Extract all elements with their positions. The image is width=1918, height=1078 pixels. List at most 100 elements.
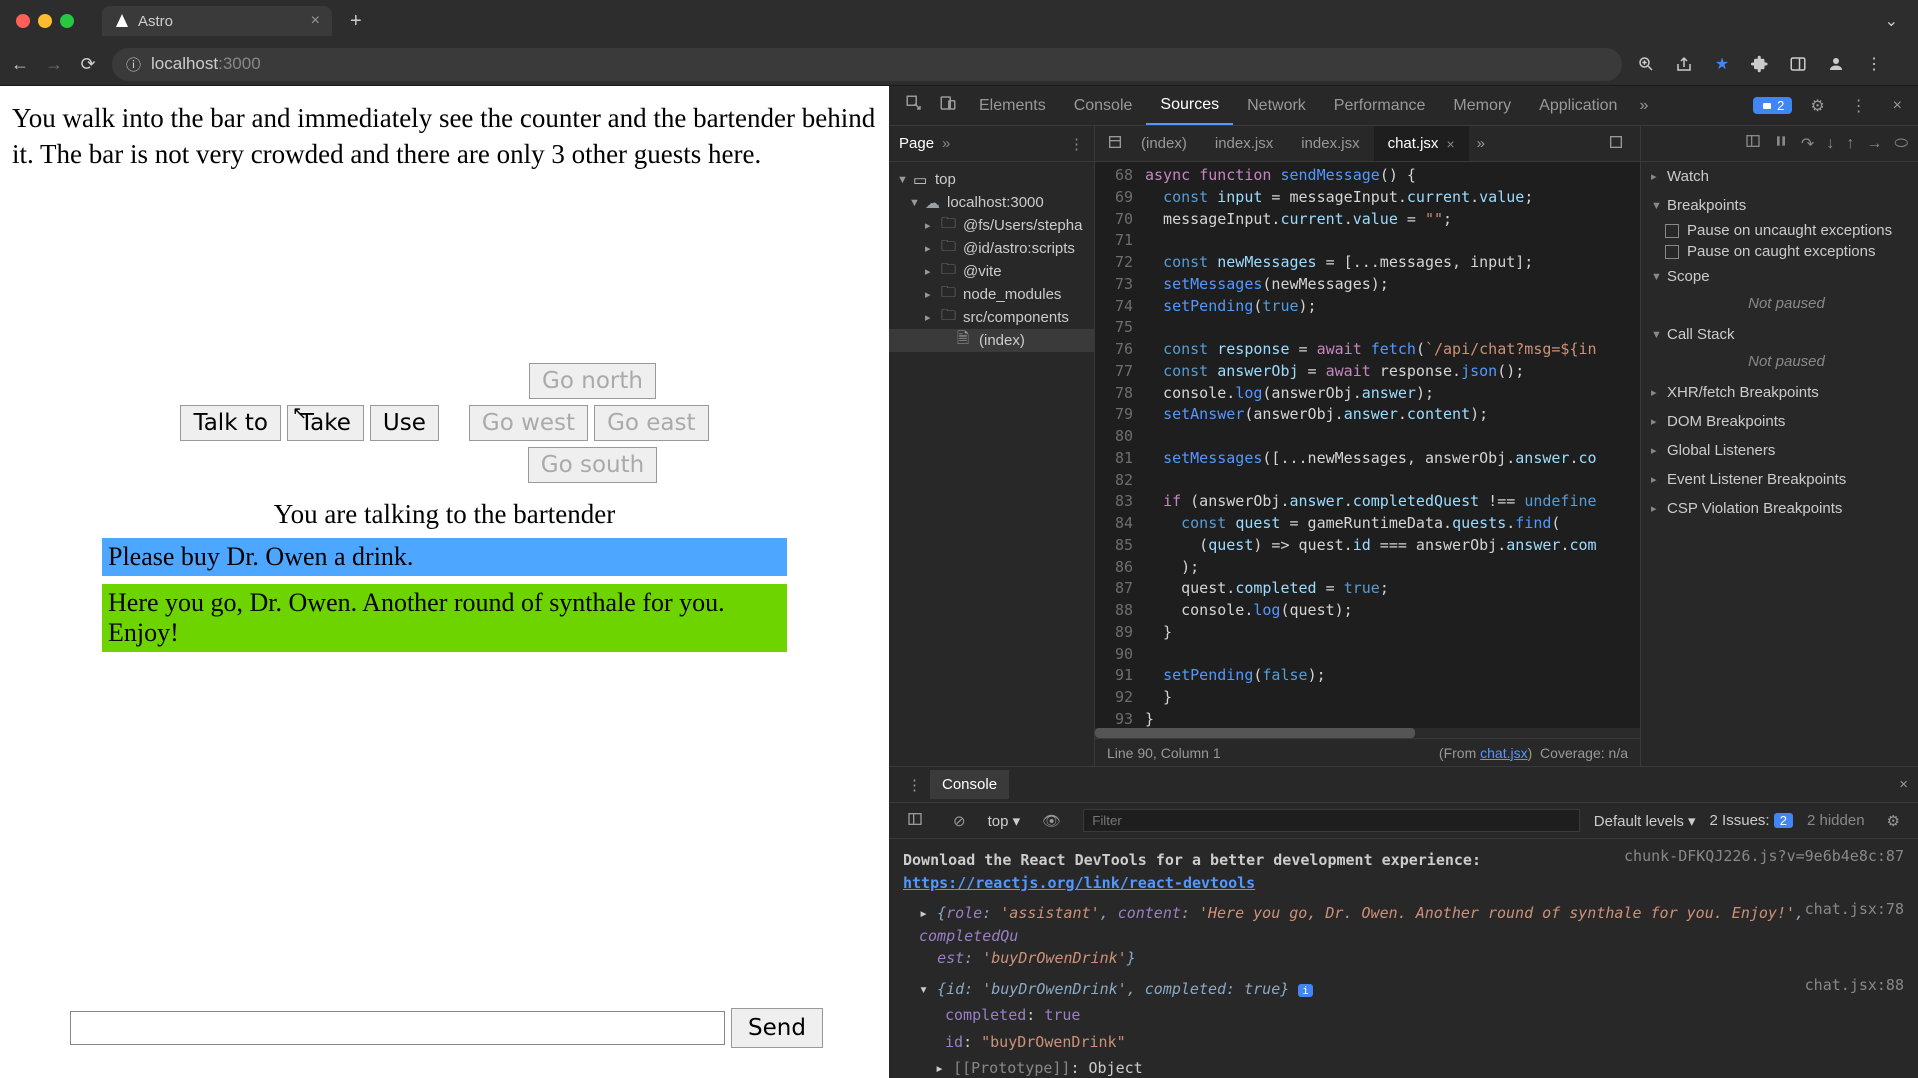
step-out-icon[interactable]: ↑: [1846, 135, 1854, 153]
file-tab[interactable]: (index): [1127, 126, 1201, 161]
console-object-expanded[interactable]: ▾ {id: 'buyDrOwenDrink', completed: true…: [889, 976, 1918, 1003]
file-tab[interactable]: index.jsx: [1287, 126, 1373, 161]
devtools-tab-network[interactable]: Network: [1233, 86, 1320, 125]
send-button[interactable]: Send: [731, 1008, 823, 1048]
use-button[interactable]: Use: [370, 405, 439, 441]
tree-file-index[interactable]: 🗎(index): [889, 329, 1094, 352]
react-devtools-link[interactable]: https://reactjs.org/link/react-devtools: [903, 874, 1255, 892]
back-button[interactable]: ←: [10, 54, 30, 75]
navigator-menu-icon[interactable]: ⋮: [1069, 135, 1084, 153]
close-file-tab-icon[interactable]: ×: [1446, 136, 1454, 152]
profile-avatar-icon[interactable]: [1826, 54, 1846, 74]
close-devtools-icon[interactable]: ×: [1885, 97, 1910, 115]
extensions-icon[interactable]: [1750, 54, 1770, 74]
reload-button[interactable]: ⟳: [78, 54, 98, 75]
log-levels-dropdown[interactable]: Default levels ▾: [1594, 812, 1696, 830]
file-tab[interactable]: chat.jsx×: [1374, 126, 1469, 161]
inspect-element-icon[interactable]: [897, 94, 931, 117]
devtools-tab-memory[interactable]: Memory: [1439, 86, 1525, 125]
issues-summary[interactable]: 2 Issues: 2: [1710, 812, 1793, 829]
debug-pane-call-stack[interactable]: ▼Call Stack: [1641, 320, 1918, 349]
tree-host[interactable]: ▼☁localhost:3000: [889, 191, 1094, 214]
step-icon[interactable]: →: [1866, 135, 1882, 153]
devtools-tab-console[interactable]: Console: [1060, 86, 1147, 125]
console-settings-gear-icon[interactable]: ⚙: [1879, 812, 1908, 830]
file-list-icon[interactable]: [1103, 134, 1127, 154]
side-panel-icon[interactable]: [1788, 54, 1808, 74]
debug-pane-watch[interactable]: ▸Watch: [1641, 162, 1918, 191]
more-navigator-tabs-icon[interactable]: »: [934, 135, 950, 152]
toggle-console-sidebar-icon[interactable]: [899, 811, 931, 831]
bookmark-star-icon[interactable]: ★: [1712, 54, 1732, 74]
pause-icon[interactable]: [1773, 133, 1789, 154]
devtools-tab-performance[interactable]: Performance: [1320, 86, 1440, 125]
debug-pane-dom-breakpoints[interactable]: ▸DOM Breakpoints: [1641, 407, 1918, 436]
url-field[interactable]: ⓘ localhost:3000: [112, 48, 1622, 81]
source-link[interactable]: chunk-DFKQJ226.js?v=9e6b4e8c:87: [1624, 845, 1904, 868]
debug-pane-global-listeners[interactable]: ▸Global Listeners: [1641, 436, 1918, 465]
share-icon[interactable]: [1674, 54, 1694, 74]
talk-to-button[interactable]: Talk to: [180, 405, 280, 441]
debug-pane-scope[interactable]: ▼Scope: [1641, 262, 1918, 291]
clear-console-icon[interactable]: ⊘: [945, 812, 974, 830]
breakpoint-option[interactable]: Pause on caught exceptions: [1641, 241, 1918, 262]
tree-root[interactable]: ▼▭top: [889, 168, 1094, 191]
console-tab[interactable]: Console: [930, 770, 1009, 799]
debug-pane-csp-violation-breakpoints[interactable]: ▸CSP Violation Breakpoints: [1641, 494, 1918, 523]
console-menu-icon[interactable]: ⋮: [899, 776, 930, 794]
devtools-tab-elements[interactable]: Elements: [965, 86, 1060, 125]
browser-tab[interactable]: Astro ×: [102, 6, 332, 36]
go-east-button[interactable]: Go east: [594, 405, 708, 441]
more-tabs-icon[interactable]: »: [1631, 97, 1656, 115]
pretty-print-icon[interactable]: [1600, 134, 1632, 154]
breakpoint-option[interactable]: Pause on uncaught exceptions: [1641, 220, 1918, 241]
tree-folder[interactable]: ▸🗀src/components: [889, 306, 1094, 329]
execution-context[interactable]: top ▾: [988, 812, 1021, 830]
source-link[interactable]: chat.jsx:88: [1805, 974, 1904, 997]
more-file-tabs-icon[interactable]: »: [1469, 135, 1493, 152]
devtools-tab-sources[interactable]: Sources: [1146, 86, 1233, 125]
settings-gear-icon[interactable]: ⚙: [1802, 96, 1832, 116]
go-west-button[interactable]: Go west: [469, 405, 588, 441]
debug-pane-xhr-fetch-breakpoints[interactable]: ▸XHR/fetch Breakpoints: [1641, 378, 1918, 407]
console-filter-input[interactable]: [1083, 809, 1580, 832]
horizontal-scrollbar[interactable]: [1095, 728, 1640, 738]
object-prototype[interactable]: ▸ [[Prototype]]: Object: [889, 1055, 1918, 1078]
tree-folder[interactable]: ▸🗀node_modules: [889, 283, 1094, 306]
go-south-button[interactable]: Go south: [528, 447, 657, 483]
window-minimize-button[interactable]: [38, 14, 52, 28]
live-expression-icon[interactable]: 👁: [1034, 812, 1069, 830]
devtools-tab-application[interactable]: Application: [1525, 86, 1631, 125]
device-toggle-icon[interactable]: [931, 94, 965, 117]
debug-pane-breakpoints[interactable]: ▼Breakpoints: [1641, 191, 1918, 220]
step-into-icon[interactable]: ↓: [1826, 135, 1834, 153]
toggle-sidebar-icon[interactable]: [1745, 133, 1761, 154]
chat-input[interactable]: [70, 1011, 725, 1045]
source-map-link[interactable]: chat.jsx: [1480, 745, 1527, 761]
chevron-down-icon[interactable]: ⌄: [1885, 11, 1908, 31]
tree-folder[interactable]: ▸🗀@fs/Users/stepha: [889, 214, 1094, 237]
console-object[interactable]: ▸ {role: 'assistant', content: 'Here you…: [889, 900, 1918, 972]
code-editor[interactable]: 68 69 70 71 72 73 74 75 76 77 78 79 80 8…: [1095, 162, 1640, 738]
close-tab-icon[interactable]: ×: [311, 12, 320, 30]
debug-pane-event-listener-breakpoints[interactable]: ▸Event Listener Breakpoints: [1641, 465, 1918, 494]
page-tab[interactable]: Page: [899, 135, 934, 152]
close-drawer-icon[interactable]: ×: [1899, 776, 1908, 793]
zoom-icon[interactable]: [1636, 54, 1656, 74]
menu-icon[interactable]: ⋮: [1864, 54, 1884, 74]
issues-badge[interactable]: 2: [1753, 97, 1792, 114]
info-icon[interactable]: i: [1298, 984, 1313, 997]
site-info-icon[interactable]: ⓘ: [126, 54, 141, 75]
forward-button[interactable]: →: [44, 54, 64, 75]
new-tab-button[interactable]: +: [340, 10, 372, 33]
window-maximize-button[interactable]: [60, 14, 74, 28]
source-link[interactable]: chat.jsx:78: [1805, 898, 1904, 921]
tree-folder[interactable]: ▸🗀@vite: [889, 260, 1094, 283]
step-over-icon[interactable]: ↷: [1801, 134, 1814, 154]
go-north-button[interactable]: Go north: [529, 363, 656, 399]
tree-folder[interactable]: ▸🗀@id/astro:scripts: [889, 237, 1094, 260]
window-close-button[interactable]: [16, 14, 30, 28]
deactivate-breakpoints-icon[interactable]: ⬭: [1894, 135, 1908, 153]
devtools-menu-icon[interactable]: ⋮: [1843, 96, 1875, 116]
file-tab[interactable]: index.jsx: [1201, 126, 1287, 161]
